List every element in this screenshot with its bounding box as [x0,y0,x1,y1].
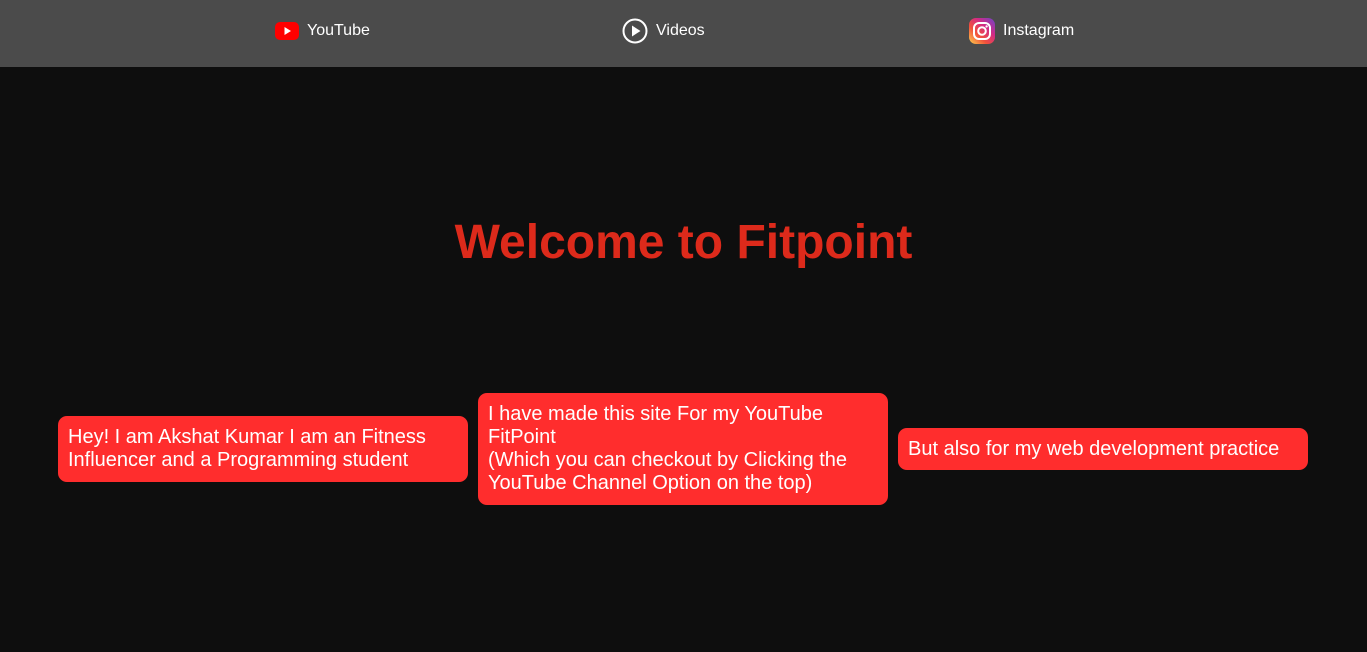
nav-videos-label: Videos [656,22,705,39]
site-purpose-card: I have made this site For my YouTube Fit… [478,393,888,505]
play-circle-icon [622,18,648,44]
top-navbar: YouTube Videos Instagram [0,0,1367,67]
practice-card-text: But also for my web development practice [908,438,1280,460]
site-purpose-line-1: I have made this site For my YouTube Fit… [488,403,823,448]
site-purpose-line-2: (Which you can checkout by Clicking the … [488,449,848,494]
intro-card: Hey! I am Akshat Kumar I am an Fitness I… [58,416,468,482]
nav-videos-link[interactable]: Videos [622,18,705,44]
youtube-icon [275,22,299,40]
nav-instagram-link[interactable]: Instagram [969,18,1074,44]
nav-youtube-link[interactable]: YouTube [275,18,370,44]
practice-card: But also for my web development practice [898,428,1308,470]
page-title: Welcome to Fitpoint [454,216,913,269]
instagram-icon [969,18,995,44]
nav-instagram-label: Instagram [1003,22,1075,39]
intro-card-text: Hey! I am Akshat Kumar I am an Fitness I… [68,426,426,471]
nav-youtube-label: YouTube [307,22,370,39]
